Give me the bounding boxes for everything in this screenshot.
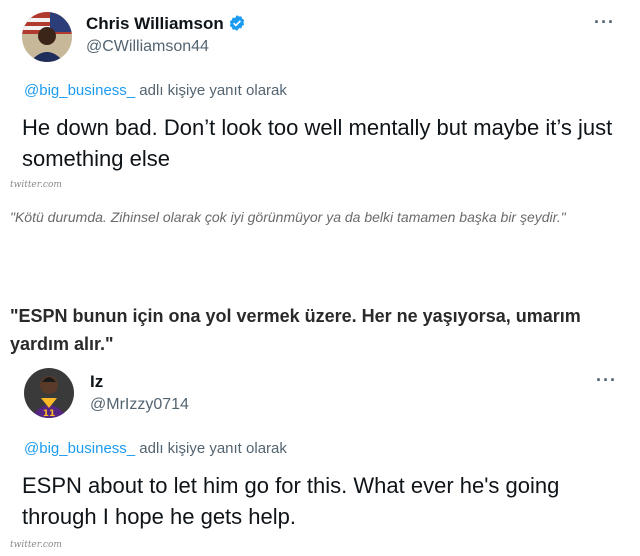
reply-context-label: adlı kişiye yanıt olarak (135, 82, 287, 99)
author-name-2[interactable]: Iz (90, 372, 103, 392)
tweet-text: He down bad. Don’t look too well mentall… (22, 115, 613, 171)
author-handle[interactable]: @CWilliamson44 (86, 38, 209, 56)
quote-text: "ESPN bunun için ona yol vermek üzere. H… (10, 306, 581, 354)
reply-context-2: @big_business_ adlı kişiye yanıt olarak (24, 440, 287, 457)
svg-text:11: 11 (43, 409, 56, 418)
source-label: twitter.com (10, 180, 62, 190)
tweet-text-2: ESPN about to let him go for this. What … (22, 473, 560, 529)
translation-text: "Kötü durumda. Zihinsel olarak çok iyi g… (10, 209, 566, 225)
more-options-icon[interactable]: ··· (596, 370, 617, 391)
author-name[interactable]: Chris Williamson (86, 14, 246, 37)
reply-context-label-2: adlı kişiye yanıt olarak (135, 440, 287, 457)
avatar-chris[interactable] (22, 12, 72, 62)
author-handle-2[interactable]: @MrIzzy0714 (90, 396, 189, 414)
reply-mention-link[interactable]: @big_business_ (24, 82, 135, 99)
reply-mention-link-2[interactable]: @big_business_ (24, 440, 135, 457)
reply-context: @big_business_ adlı kişiye yanıt olarak (24, 82, 287, 99)
verified-badge-icon (228, 14, 246, 37)
more-options-icon[interactable]: ··· (594, 12, 615, 33)
avatar-iz[interactable]: 11 (24, 368, 74, 418)
source-label-2: twitter.com (10, 540, 62, 550)
